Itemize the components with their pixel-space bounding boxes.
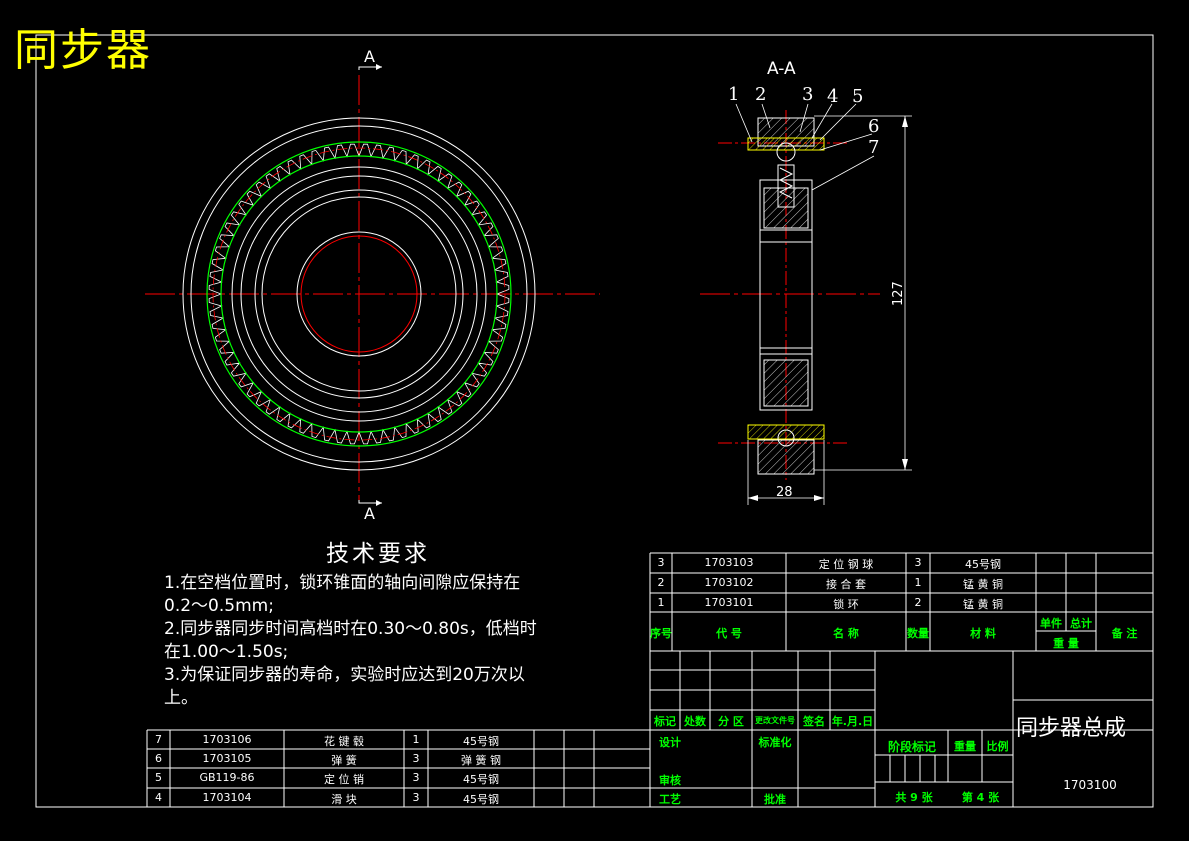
bom-lower-material: 45号钢: [463, 735, 499, 748]
rev-doc: 更改文件号: [755, 716, 795, 725]
bom-upper-material: 锰 黄 铜: [963, 578, 1003, 591]
bom-upper-name: 接 合 套: [826, 578, 866, 591]
section-label: A-A: [767, 59, 796, 79]
drawing-name: 同步器总成: [1016, 716, 1127, 741]
bom-upper-name: 锁 环: [833, 598, 859, 611]
bom-lower-name: 滑 块: [331, 793, 357, 806]
balloon-2: 2: [755, 84, 766, 105]
tech-line-6: 上。: [164, 688, 198, 708]
bom-header-name: 名 称: [833, 627, 859, 640]
drawing-title: 同步器: [14, 25, 152, 76]
bom-upper-code: 1703103: [704, 556, 754, 569]
bom-upper-name: 定 位 钢 球: [818, 558, 874, 571]
bom-upper-material: 锰 黄 铜: [963, 598, 1003, 611]
rev-date: 年.月.日: [831, 715, 874, 728]
drawing-frame: [35, 34, 1154, 808]
bom-upper-qty: 1: [914, 576, 922, 589]
tech-line-2: 0.2～0.5mm;: [164, 596, 274, 616]
tech-line-5: 3.为保证同步器的寿命，实验时应达到20万次以: [164, 665, 525, 685]
balloon-5: 5: [852, 86, 863, 107]
bom-upper-material: 45号钢: [965, 558, 1001, 571]
bom-lower-code: 1703105: [202, 752, 252, 765]
balloon-6: 6: [868, 116, 879, 137]
bom-lower-qty: 3: [412, 791, 420, 804]
label-weight: 重量: [954, 740, 976, 753]
bom-lower-name: 花 键 毂: [324, 735, 364, 748]
bom-upper-code: 1703102: [704, 576, 754, 589]
drawing-canvas: A A A-A 1 2 3 4 5 6 7 127 28: [35, 34, 1154, 808]
bom-lower-qty: 3: [412, 752, 420, 765]
bom-lower-material: 45号钢: [463, 793, 499, 806]
balloon-4: 4: [827, 86, 838, 107]
bom-header-material: 材 料: [970, 627, 996, 640]
bom-lower-code: 1703106: [202, 733, 252, 746]
bom-upper-no: 1: [657, 596, 665, 609]
tech-requirements-title: 技术要求: [326, 541, 430, 567]
tech-line-3: 2.同步器同步时间高档时在0.30～0.80s，低档时: [164, 619, 537, 639]
label-process: 工艺: [659, 793, 681, 806]
dimension-28: 28: [776, 485, 793, 500]
section-view: [700, 103, 912, 505]
drawing-code: 1703100: [1063, 778, 1117, 792]
bom-header-code: 代 号: [716, 627, 742, 640]
label-standardize: 标准化: [758, 736, 792, 749]
label-stage: 阶段标记: [887, 740, 936, 754]
bom-upper-no: 3: [657, 556, 665, 569]
bom-upper-qty: 2: [914, 596, 922, 609]
bom-lower-no: 6: [155, 752, 162, 765]
bom-header-qty: 数量: [907, 627, 929, 640]
tech-line-1: 1.在空档位置时，锁环锥面的轴向间隙应保持在: [164, 573, 521, 593]
sheet-total: 共 9 张: [895, 791, 933, 804]
balloon-3: 3: [802, 84, 813, 105]
bom-lower-code: GB119-86: [199, 771, 255, 784]
bom-lower-code: 1703104: [202, 791, 252, 804]
rev-mark: 标记: [654, 715, 676, 728]
bom-header-total: 总计: [1070, 617, 1092, 630]
sheet-number: 第 4 张: [961, 791, 1000, 804]
balloon-1: 1: [728, 84, 739, 105]
bom-lower-name: 定 位 销: [324, 773, 364, 786]
bom-lower-material: 45号钢: [463, 773, 499, 786]
label-approve: 批准: [764, 793, 786, 806]
bom-upper-code: 1703101: [704, 596, 754, 609]
label-check: 审核: [659, 774, 681, 787]
dimension-127: 127: [891, 281, 906, 306]
bom-header-unit: 单件: [1040, 617, 1062, 630]
tech-line-4: 在1.00～1.50s;: [164, 642, 289, 662]
bom-lower-qty: 1: [412, 733, 420, 746]
section-marker-top: A: [364, 47, 375, 66]
bom-header-weight: 重 量: [1053, 637, 1079, 650]
bom-lower-qty: 3: [412, 771, 420, 784]
bom-lower-no: 7: [155, 733, 162, 746]
bom-header-remark: 备 注: [1111, 627, 1138, 640]
bom-lower-material: 弹 簧 钢: [461, 754, 501, 767]
bom-lower-no: 4: [155, 791, 162, 804]
bom-upper-qty: 3: [914, 556, 922, 569]
rev-sign: 签名: [803, 715, 825, 728]
bom-lower-name: 弹 簧: [331, 754, 357, 767]
bom-upper-no: 2: [657, 576, 665, 589]
bom-lower-no: 5: [155, 771, 162, 784]
section-marker-bottom: A: [364, 504, 375, 523]
label-design: 设计: [659, 736, 681, 749]
rev-zone: 分 区: [718, 715, 744, 728]
front-view: [145, 64, 600, 506]
balloon-7: 7: [868, 137, 879, 158]
bom-header-no: 序号: [650, 627, 672, 640]
label-scale: 比例: [986, 740, 1009, 753]
rev-count: 处数: [684, 715, 706, 728]
